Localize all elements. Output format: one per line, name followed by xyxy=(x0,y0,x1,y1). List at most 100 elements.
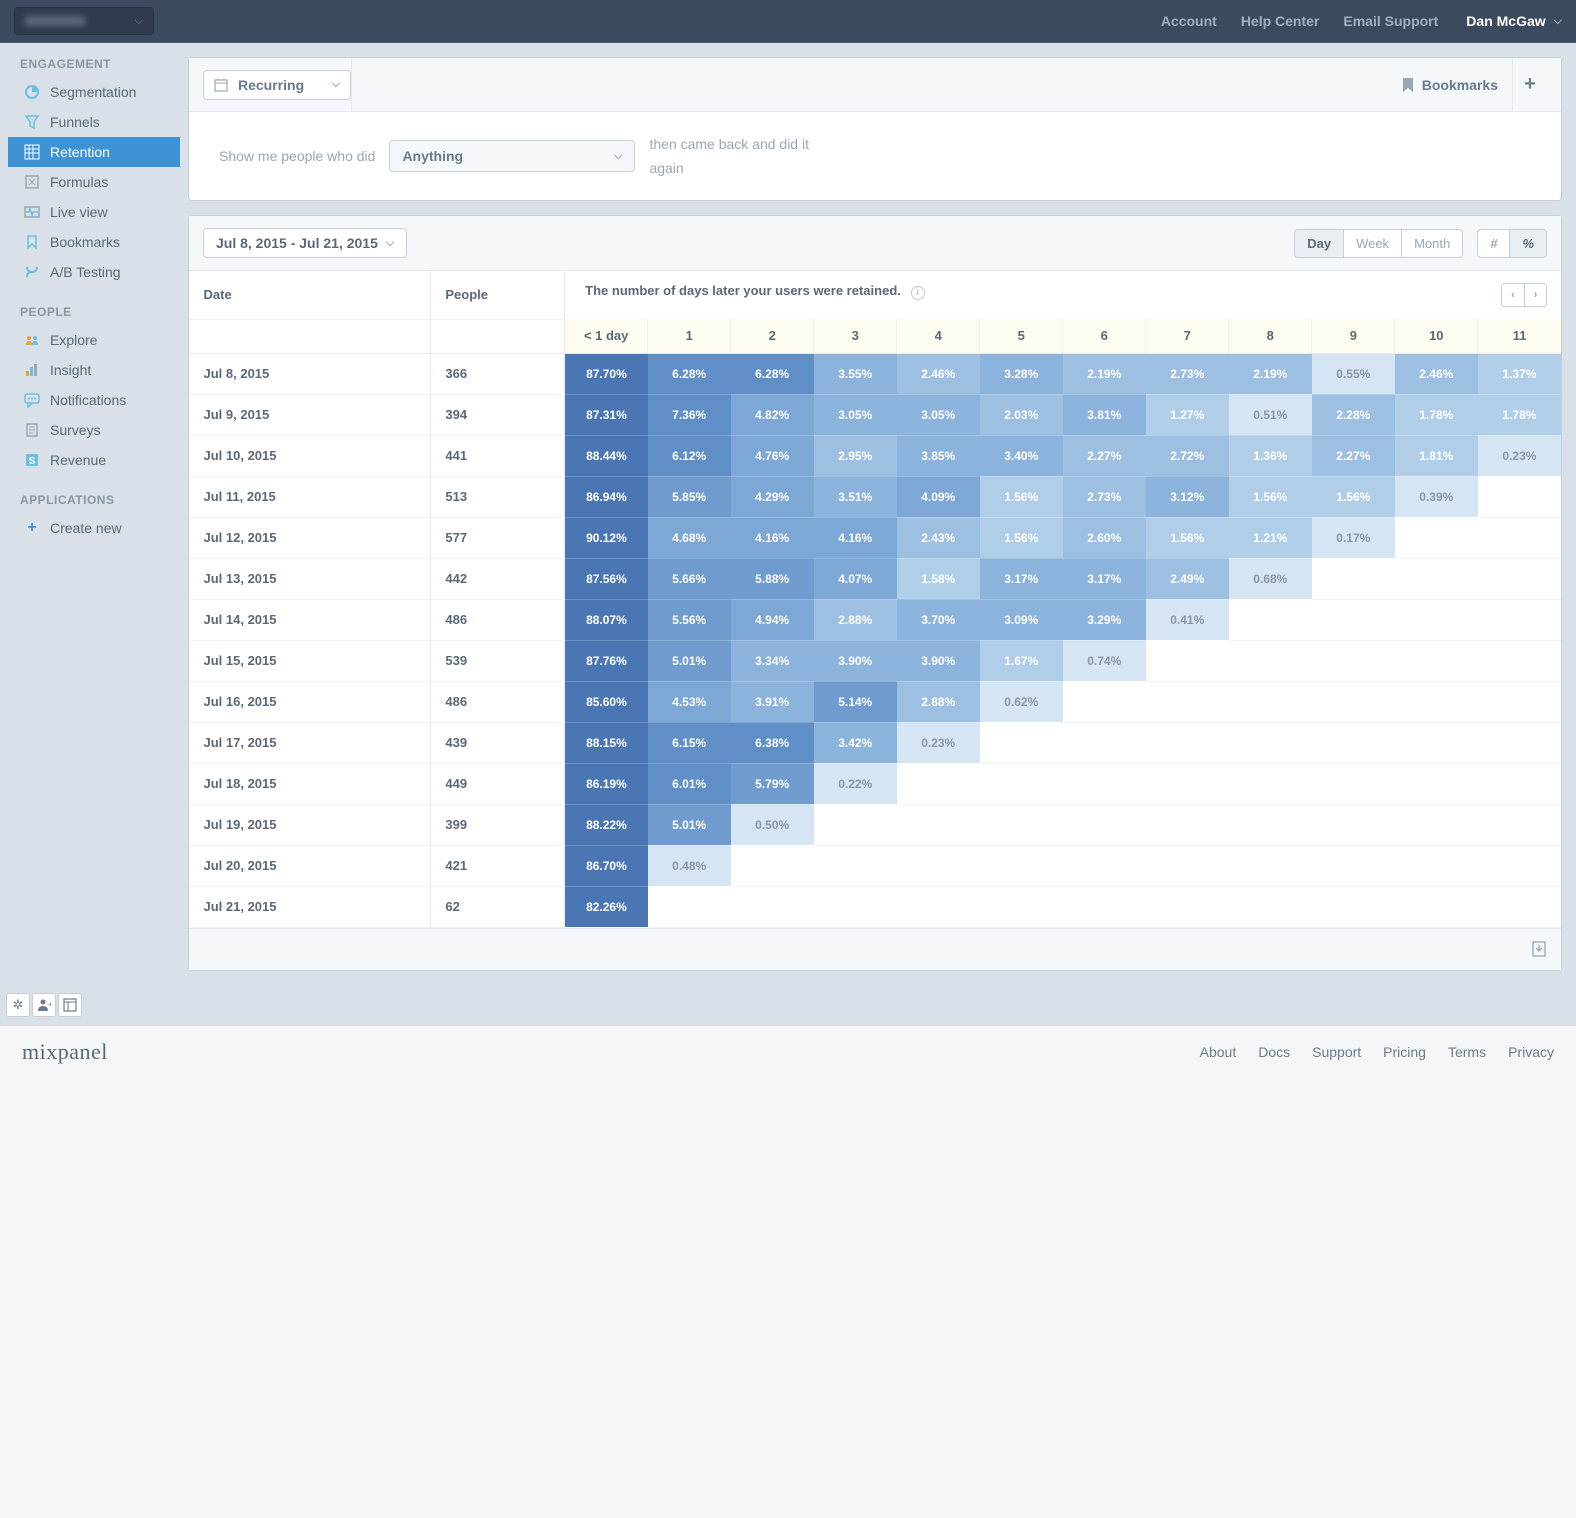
cell-people: 577 xyxy=(431,517,565,558)
granularity-month[interactable]: Month xyxy=(1401,230,1462,257)
retention-cell xyxy=(1312,640,1395,681)
granularity-week[interactable]: Week xyxy=(1343,230,1401,257)
retention-cell: 1.56% xyxy=(1312,476,1395,517)
retention-cell: 4.09% xyxy=(897,476,980,517)
project-selector[interactable]: ⌵ xyxy=(14,7,154,35)
info-icon[interactable]: i xyxy=(911,286,925,300)
user-name: Dan McGaw xyxy=(1466,13,1545,29)
bucket-header-9: 9 xyxy=(1312,319,1395,353)
bar-chart-icon xyxy=(24,362,40,378)
cell-people: 399 xyxy=(431,804,565,845)
retention-cell: 3.90% xyxy=(897,640,980,681)
sidebar-item-insight[interactable]: Insight xyxy=(14,355,174,385)
event-selector[interactable]: Anything ⌵ xyxy=(389,140,635,172)
link-account[interactable]: Account xyxy=(1161,13,1217,29)
date-range-picker[interactable]: Jul 8, 2015 - Jul 21, 2015 ⌵ xyxy=(203,228,407,258)
retention-cell xyxy=(1478,722,1561,763)
format-percent[interactable]: % xyxy=(1509,230,1546,257)
retention-cell xyxy=(1478,599,1561,640)
pager-prev[interactable]: ‹ xyxy=(1502,284,1524,306)
table-row: Jul 13, 201544287.56%5.66%5.88%4.07%1.58… xyxy=(190,558,1562,599)
retention-cell: 6.28% xyxy=(648,353,731,394)
retention-cell xyxy=(1395,681,1478,722)
retention-cell: 0.22% xyxy=(814,763,897,804)
sidebar-item-bookmarks[interactable]: Bookmarks xyxy=(14,227,174,257)
bucket-header-4: 4 xyxy=(897,319,980,353)
retention-cell: 88.44% xyxy=(565,435,648,476)
cell-people: 441 xyxy=(431,435,565,476)
chevron-down-icon: ⌵ xyxy=(614,150,622,163)
add-button[interactable]: + xyxy=(1513,58,1547,111)
section-engagement: ENGAGEMENT xyxy=(14,57,174,71)
retention-cell xyxy=(1395,886,1478,927)
sidebar-item-funnels[interactable]: Funnels xyxy=(14,107,174,137)
retention-cell xyxy=(1395,804,1478,845)
retention-cell xyxy=(1395,640,1478,681)
footer-pricing[interactable]: Pricing xyxy=(1383,1044,1426,1060)
sidebar-item-create-new[interactable]: + Create new xyxy=(14,513,174,543)
sidebar-item-revenue[interactable]: S Revenue xyxy=(14,445,174,475)
sidebar-item-formulas[interactable]: Formulas xyxy=(14,167,174,197)
retention-cell xyxy=(1478,804,1561,845)
recurring-icon xyxy=(214,78,228,92)
footer-privacy[interactable]: Privacy xyxy=(1508,1044,1554,1060)
user-menu[interactable]: Dan McGaw ⌵ xyxy=(1466,13,1562,29)
topbar: ⌵ Account Help Center Email Support Dan … xyxy=(0,0,1576,42)
retention-cell xyxy=(1312,763,1395,804)
link-email-support[interactable]: Email Support xyxy=(1343,13,1438,29)
retention-cell xyxy=(1478,845,1561,886)
sidebar-item-explore[interactable]: Explore xyxy=(14,325,174,355)
sidebar-item-notifications[interactable]: Notifications xyxy=(14,385,174,415)
pager-next[interactable]: › xyxy=(1524,284,1546,306)
user-add-icon[interactable]: + xyxy=(32,993,56,1017)
cell-people: 421 xyxy=(431,845,565,886)
footer-support[interactable]: Support xyxy=(1312,1044,1361,1060)
retention-cell xyxy=(1146,804,1229,845)
retention-cell xyxy=(1312,886,1395,927)
sidebar-item-segmentation[interactable]: Segmentation xyxy=(14,77,174,107)
recurring-selector[interactable]: Recurring ⌵ xyxy=(203,70,351,100)
dollar-icon: S xyxy=(24,452,40,468)
export-button[interactable] xyxy=(1531,941,1547,957)
footer-about[interactable]: About xyxy=(1200,1044,1237,1060)
cell-date: Jul 14, 2015 xyxy=(190,599,431,640)
retention-cell: 2.27% xyxy=(1312,435,1395,476)
retention-cell: 3.12% xyxy=(1146,476,1229,517)
cell-people: 439 xyxy=(431,722,565,763)
retention-cell: 87.70% xyxy=(565,353,648,394)
retention-cell: 0.17% xyxy=(1312,517,1395,558)
retention-cell: 2.72% xyxy=(1146,435,1229,476)
retention-cell: 2.73% xyxy=(1063,476,1146,517)
retention-cell: 88.22% xyxy=(565,804,648,845)
retention-cell xyxy=(1063,804,1146,845)
footer-docs[interactable]: Docs xyxy=(1258,1044,1290,1060)
table-row: Jul 10, 201544188.44%6.12%4.76%2.95%3.85… xyxy=(190,435,1562,476)
sidebar-item-surveys[interactable]: Surveys xyxy=(14,415,174,445)
sidebar-item-ab-testing[interactable]: A/B Testing xyxy=(14,257,174,287)
granularity-day[interactable]: Day xyxy=(1295,230,1343,257)
cell-date: Jul 9, 2015 xyxy=(190,394,431,435)
cell-date: Jul 8, 2015 xyxy=(190,353,431,394)
layout-icon[interactable] xyxy=(58,993,82,1017)
footer-terms[interactable]: Terms xyxy=(1448,1044,1486,1060)
cell-date: Jul 20, 2015 xyxy=(190,845,431,886)
bookmarks-button[interactable]: Bookmarks xyxy=(1402,58,1513,111)
retention-cell xyxy=(1478,517,1561,558)
bucket-header-6: 6 xyxy=(1063,319,1146,353)
gear-icon[interactable]: ✲ xyxy=(6,993,30,1017)
format-number[interactable]: # xyxy=(1478,230,1509,257)
retention-cell: 5.79% xyxy=(731,763,814,804)
link-help-center[interactable]: Help Center xyxy=(1241,13,1320,29)
retention-cell: 3.34% xyxy=(731,640,814,681)
retention-cell xyxy=(1395,517,1478,558)
table-row: Jul 8, 201536687.70%6.28%6.28%3.55%2.46%… xyxy=(190,353,1562,394)
retention-cell: 1.27% xyxy=(1146,394,1229,435)
sidebar-item-live-view[interactable]: Live view xyxy=(14,197,174,227)
sidebar-item-retention[interactable]: Retention xyxy=(8,137,180,167)
retention-cell: 0.74% xyxy=(1063,640,1146,681)
bucket-header-11: 11 xyxy=(1478,319,1561,353)
retention-cell: 0.62% xyxy=(980,681,1063,722)
retention-cell xyxy=(980,845,1063,886)
retention-cell xyxy=(731,845,814,886)
retention-cell: 3.29% xyxy=(1063,599,1146,640)
